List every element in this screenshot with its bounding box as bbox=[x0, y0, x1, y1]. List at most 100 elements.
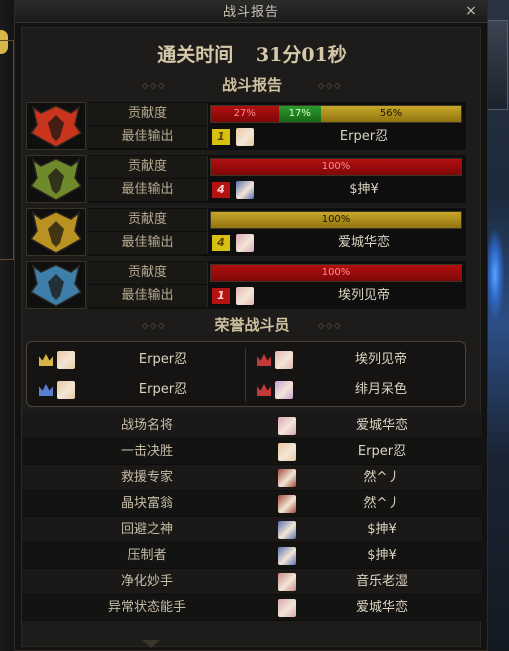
gold-crown-icon bbox=[39, 354, 53, 366]
rank-badge: 1 bbox=[212, 129, 230, 145]
best-output-line: 最佳输出 4 爱城华恋 bbox=[88, 232, 466, 254]
team-stats: 贡献度 27% 17% 56% 最佳输出 1 Erper忍 bbox=[88, 102, 466, 150]
player-name: 埃列见帝 bbox=[337, 288, 390, 303]
rank-badge: 4 bbox=[212, 182, 230, 198]
player-avatar bbox=[278, 521, 296, 539]
player-avatar bbox=[57, 381, 75, 399]
forest-emblem-icon bbox=[26, 155, 86, 203]
award-row: 压制者 $抻¥ bbox=[22, 543, 482, 569]
honor-fighter: Erper忍 bbox=[31, 376, 245, 404]
best-output-player: 4 $抻¥ bbox=[210, 179, 462, 201]
contribution-segment: 100% bbox=[211, 212, 461, 228]
rank-badge: 4 bbox=[212, 235, 230, 251]
honor-box: Erper忍 埃列见帝 Erper忍 绯月呆色 bbox=[26, 341, 466, 407]
player-name: Erper忍 bbox=[339, 129, 389, 144]
honor-divider bbox=[245, 348, 246, 402]
player-avatar bbox=[278, 443, 296, 461]
award-winner: Erper忍 bbox=[357, 444, 407, 459]
player-avatar bbox=[275, 381, 293, 399]
contribution-bar: 27% 17% 56% bbox=[210, 105, 462, 123]
scroll-notch-icon bbox=[142, 640, 160, 648]
red-crown-icon bbox=[257, 354, 271, 366]
contribution-segment: 17% bbox=[278, 106, 321, 122]
best-output-line: 最佳输出 1 Erper忍 bbox=[88, 126, 466, 148]
player-avatar bbox=[278, 599, 296, 617]
award-winner: 音乐老湿 bbox=[355, 574, 408, 589]
award-row: 晶块富翁 然^丿 bbox=[22, 491, 482, 517]
team-stats: 贡献度 100% 最佳输出 4 $抻¥ bbox=[88, 155, 466, 203]
award-row: 战场名将 爱城华恋 bbox=[22, 413, 482, 439]
award-title: 一击决胜 bbox=[120, 444, 173, 459]
player-avatar bbox=[275, 351, 293, 369]
red-crown-icon bbox=[257, 384, 271, 396]
contribution-label: 贡献度 bbox=[88, 103, 208, 125]
player-name: $抻¥ bbox=[349, 182, 379, 197]
player-avatar bbox=[236, 128, 254, 146]
battle-report-window: 战斗报告 × 通关时间 31分01秒 ◇◇◇ 战斗报告 ◇◇◇ 贡献度 27% 17… bbox=[14, 0, 488, 651]
ice-emblem-icon bbox=[26, 261, 86, 309]
clear-time-label: 通关时间 bbox=[157, 44, 234, 66]
contribution-bar: 100% bbox=[210, 158, 462, 176]
player-avatar bbox=[236, 181, 254, 199]
diamond-ornament-icon: ◇◇◇ bbox=[318, 321, 343, 330]
award-row: 一击决胜 Erper忍 bbox=[22, 439, 482, 465]
honor-fighter-name: Erper忍 bbox=[138, 382, 188, 397]
best-output-line: 最佳输出 4 $抻¥ bbox=[88, 179, 466, 201]
fire-emblem-icon bbox=[26, 102, 86, 150]
player-avatar bbox=[57, 351, 75, 369]
player-avatar bbox=[236, 287, 254, 305]
best-output-label: 最佳输出 bbox=[88, 285, 208, 307]
award-row: 净化妙手 音乐老湿 bbox=[22, 569, 482, 595]
award-row: 回避之神 $抻¥ bbox=[22, 517, 482, 543]
award-winner: 然^丿 bbox=[363, 496, 401, 511]
title-bar[interactable]: 战斗报告 × bbox=[15, 1, 487, 23]
award-title: 净化妙手 bbox=[120, 574, 173, 589]
contribution-line: 贡献度 100% bbox=[88, 262, 466, 284]
contribution-segment: 56% bbox=[321, 106, 461, 122]
player-avatar bbox=[278, 469, 296, 487]
diamond-ornament-icon: ◇◇◇ bbox=[142, 81, 167, 90]
contribution-line: 贡献度 27% 17% 56% bbox=[88, 103, 466, 125]
clear-time: 通关时间 31分01秒 bbox=[22, 40, 482, 67]
contribution-label: 贡献度 bbox=[88, 209, 208, 231]
player-avatar bbox=[278, 573, 296, 591]
report-heading-text: 战斗报告 bbox=[213, 76, 290, 94]
gold-emblem-icon bbox=[26, 208, 86, 256]
honor-fighter: Erper忍 bbox=[31, 346, 245, 374]
award-title: 异常状态能手 bbox=[107, 600, 186, 615]
best-output-player: 1 埃列见帝 bbox=[210, 285, 462, 307]
honor-heading: ◇◇◇ 荣誉战斗员 ◇◇◇ bbox=[22, 314, 482, 336]
contribution-label: 贡献度 bbox=[88, 156, 208, 178]
scene-blue-glow bbox=[486, 230, 504, 320]
close-icon[interactable]: × bbox=[463, 3, 479, 19]
contribution-bar: 100% bbox=[210, 211, 462, 229]
award-winner: 爱城华恋 bbox=[355, 600, 408, 615]
best-output-player: 4 爱城华恋 bbox=[210, 232, 462, 254]
award-title: 回避之神 bbox=[120, 522, 173, 537]
blue-crown-icon bbox=[39, 384, 53, 396]
award-winner: $抻¥ bbox=[367, 522, 397, 537]
diamond-ornament-icon: ◇◇◇ bbox=[142, 321, 167, 330]
award-winner: 爱城华恋 bbox=[355, 418, 408, 433]
honor-fighter: 绯月呆色 bbox=[249, 376, 463, 404]
player-avatar bbox=[278, 495, 296, 513]
contribution-label: 贡献度 bbox=[88, 262, 208, 284]
player-avatar bbox=[278, 417, 296, 435]
award-row: 救援专家 然^丿 bbox=[22, 465, 482, 491]
honor-fighter-name: 绯月呆色 bbox=[354, 382, 407, 397]
best-output-player: 1 Erper忍 bbox=[210, 126, 462, 148]
contribution-line: 贡献度 100% bbox=[88, 156, 466, 178]
contribution-bar: 100% bbox=[210, 264, 462, 282]
team-row: 贡献度 100% 最佳输出 4 爱城华恋 bbox=[26, 208, 466, 256]
award-row: 异常状态能手 爱城华恋 bbox=[22, 595, 482, 621]
awards-list: 战场名将 爱城华恋 一击决胜 Erper忍 救援专家 然^丿 晶块富翁 然^丿 回避之神 $抻¥ 压… bbox=[22, 413, 482, 621]
award-title: 战场名将 bbox=[120, 418, 173, 433]
contribution-segment: 100% bbox=[211, 265, 461, 281]
report-panel: 通关时间 31分01秒 ◇◇◇ 战斗报告 ◇◇◇ 贡献度 27% 17% 56% 最佳输… bbox=[21, 27, 482, 648]
award-title: 晶块富翁 bbox=[120, 496, 173, 511]
diamond-ornament-icon: ◇◇◇ bbox=[318, 81, 343, 90]
hud-panel-frame bbox=[0, 40, 14, 260]
clear-time-value: 31分01秒 bbox=[255, 44, 347, 66]
team-stats: 贡献度 100% 最佳输出 1 埃列见帝 bbox=[88, 261, 466, 309]
team-row: 贡献度 27% 17% 56% 最佳输出 1 Erper忍 bbox=[26, 102, 466, 150]
